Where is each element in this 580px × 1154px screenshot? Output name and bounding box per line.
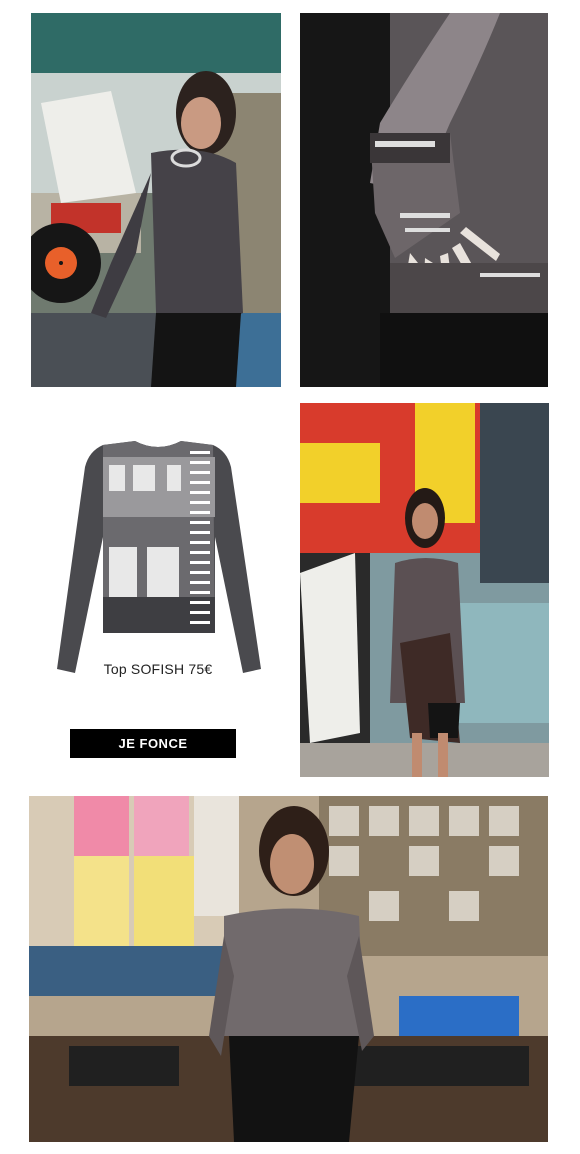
sleeve-closeup-photo: [300, 13, 548, 387]
record-store-vinyl-photo: [31, 13, 281, 387]
product-price-caption: Top SOFISH 75€: [103, 661, 213, 677]
product-top-image[interactable]: [55, 437, 261, 675]
street-poster-wall-photo: [300, 403, 549, 777]
je-fonce-button[interactable]: JE FONCE: [70, 729, 236, 758]
record-store-wide-photo: [29, 796, 548, 1142]
